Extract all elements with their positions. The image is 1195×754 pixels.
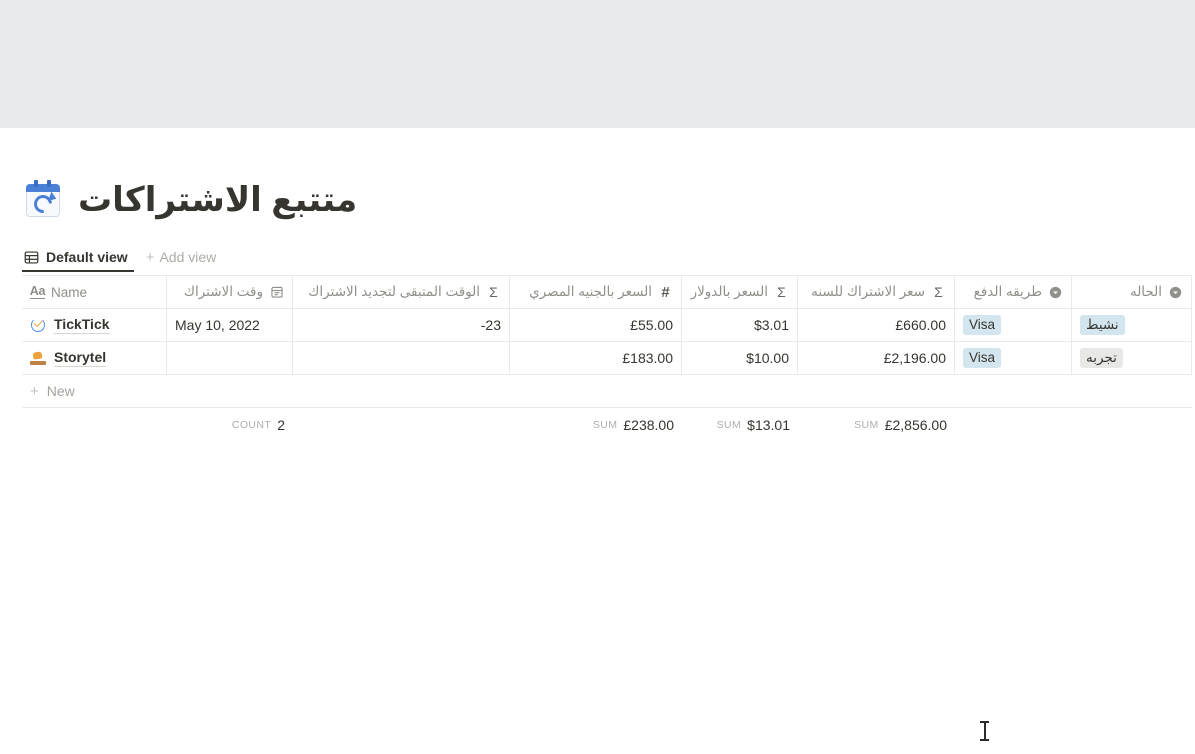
summary-status[interactable]	[1072, 408, 1192, 441]
notion-page: متتبع الاشتراكات Default view + Add view	[0, 128, 1195, 754]
new-row-label: New	[46, 383, 75, 399]
cell-price-usd[interactable]: $10.00	[682, 342, 798, 374]
table-row[interactable]: Storytel £183.00 $10.00 £2,196.00 Visa ت…	[22, 342, 1192, 375]
page-title: متتبع الاشتراكات	[78, 181, 358, 219]
column-header-name[interactable]: Aa Name	[22, 276, 167, 308]
row-title-link[interactable]: TickTick	[54, 316, 110, 334]
storytel-logo-icon	[30, 350, 46, 366]
summary-year-value: £2,856.00	[884, 416, 947, 433]
column-header-name-label: Name	[51, 284, 88, 300]
cell-name[interactable]: TickTick	[22, 309, 167, 341]
column-header-status-label: الحاله	[1129, 284, 1162, 299]
summary-name[interactable]	[22, 408, 167, 441]
column-header-price-egp[interactable]: # السعر بالجنيه المصري	[510, 276, 682, 308]
cell-time-remaining[interactable]: -23	[293, 309, 510, 341]
add-view-label: Add view	[159, 249, 217, 265]
page-title-row: متتبع الاشتراكات	[22, 176, 357, 224]
add-view-button[interactable]: + Add view	[138, 243, 225, 272]
summary-egp-label: SUM	[592, 418, 618, 431]
summary-usd[interactable]: SUM $13.01	[682, 408, 798, 441]
cell-yearly-price[interactable]: £2,196.00	[798, 342, 955, 374]
column-header-price-egp-label: السعر بالجنيه المصري	[529, 284, 652, 299]
column-header-yearly-price[interactable]: Σ سعر الاشتراك للسنه	[798, 276, 955, 308]
cell-status[interactable]: تجربه	[1072, 342, 1192, 374]
browser-chrome-band	[0, 0, 1195, 128]
summary-egp[interactable]: SUM £238.00	[510, 408, 682, 441]
tab-default-view-label: Default view	[46, 249, 128, 265]
plus-icon: +	[30, 382, 39, 400]
status-badge: تجربه	[1080, 348, 1123, 368]
table-row[interactable]: TickTick May 10, 2022 -23 £55.00 $3.01 £…	[22, 309, 1192, 342]
tab-default-view[interactable]: Default view	[22, 243, 134, 272]
cell-payment-method[interactable]: Visa	[955, 309, 1072, 341]
cell-price-egp[interactable]: £55.00	[510, 309, 682, 341]
column-header-yearly-price-label: سعر الاشتراك للسنه	[811, 284, 925, 299]
summary-count-label: COUNT	[231, 418, 272, 431]
table-header-row: Aa Name وقت الاشتراك Σ الوقت المتبقى لتج…	[22, 276, 1192, 309]
summary-usd-label: SUM	[716, 418, 742, 431]
column-header-status[interactable]: الحاله	[1072, 276, 1192, 308]
summary-egp-value: £238.00	[623, 416, 674, 433]
cell-subscription-date[interactable]: May 10, 2022	[167, 309, 293, 341]
calendar-icon	[269, 285, 284, 300]
column-header-time-remaining[interactable]: Σ الوقت المتبقى لتجديد الاشتراك	[293, 276, 510, 308]
cell-price-usd[interactable]: $3.01	[682, 309, 798, 341]
payment-badge: Visa	[963, 348, 1002, 368]
summary-remaining[interactable]	[293, 408, 510, 441]
ticktick-logo-icon	[30, 317, 46, 333]
summary-payment[interactable]	[955, 408, 1072, 441]
column-header-payment-method-label: طريقه الدفع	[973, 284, 1042, 299]
select-circle-icon	[1048, 285, 1063, 300]
sigma-formula-icon: Σ	[777, 284, 786, 300]
table-summary-row: COUNT 2 SUM £238.00 SUM $13.01 SUM £2,85…	[22, 408, 1192, 441]
row-title-link[interactable]: Storytel	[54, 349, 107, 367]
cell-time-remaining[interactable]	[293, 342, 510, 374]
column-header-subscription-date[interactable]: وقت الاشتراك	[167, 276, 293, 308]
cell-status[interactable]: نشيط	[1072, 309, 1192, 341]
cell-yearly-price[interactable]: £660.00	[798, 309, 955, 341]
summary-count-value: 2	[277, 416, 285, 433]
column-header-price-usd-label: السعر بالدولار	[690, 284, 768, 299]
summary-count[interactable]: COUNT 2	[167, 408, 293, 441]
cell-payment-method[interactable]: Visa	[955, 342, 1072, 374]
new-row-button[interactable]: + New	[22, 375, 1192, 408]
view-tab-bar: Default view + Add view	[22, 242, 1195, 272]
aa-text-icon: Aa	[29, 284, 46, 299]
sigma-formula-icon: Σ	[489, 284, 498, 300]
column-header-price-usd[interactable]: Σ السعر بالدولار	[682, 276, 798, 308]
grid-table-icon	[24, 250, 39, 265]
payment-badge: Visa	[963, 315, 1002, 335]
plus-icon: +	[145, 248, 155, 266]
sigma-formula-icon: Σ	[934, 284, 943, 300]
summary-year[interactable]: SUM £2,856.00	[798, 408, 955, 441]
status-badge: نشيط	[1080, 315, 1125, 335]
database-table: Aa Name وقت الاشتراك Σ الوقت المتبقى لتج…	[22, 275, 1192, 441]
summary-usd-value: $13.01	[747, 416, 790, 433]
calendar-sync-emoji-icon	[22, 179, 64, 221]
hash-number-icon: #	[661, 283, 670, 301]
cell-name[interactable]: Storytel	[22, 342, 167, 374]
column-header-payment-method[interactable]: طريقه الدفع	[955, 276, 1072, 308]
text-cursor-icon	[980, 720, 989, 742]
cell-subscription-date[interactable]	[167, 342, 293, 374]
column-header-time-remaining-label: الوقت المتبقى لتجديد الاشتراك	[308, 284, 480, 299]
select-circle-icon	[1168, 285, 1183, 300]
summary-year-label: SUM	[854, 418, 879, 431]
cell-price-egp[interactable]: £183.00	[510, 342, 682, 374]
column-header-subscription-date-label: وقت الاشتراك	[183, 284, 263, 299]
